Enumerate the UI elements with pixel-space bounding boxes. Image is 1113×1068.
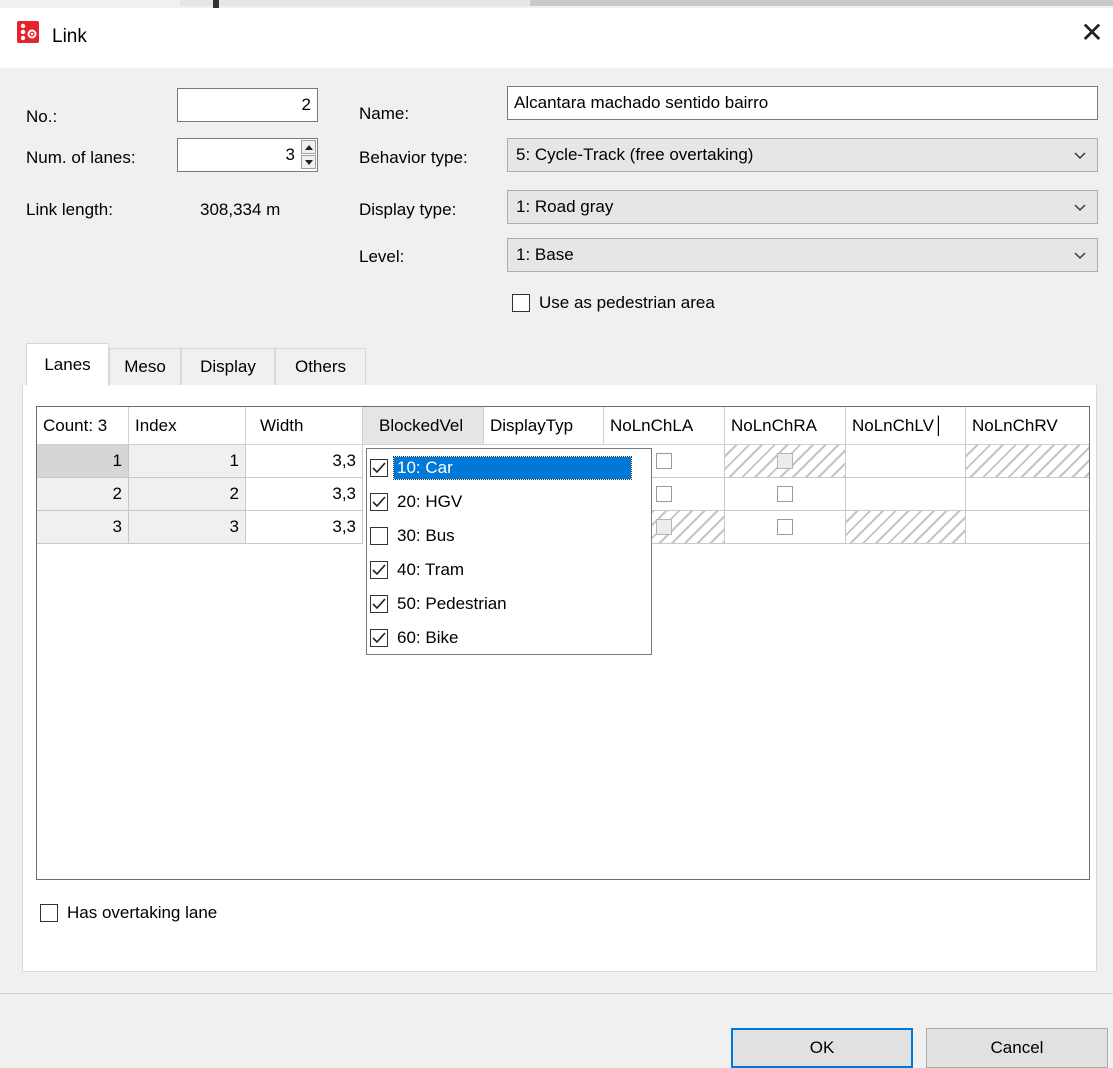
behavior-type-select[interactable]: 5: Cycle-Track (free overtaking) bbox=[507, 138, 1098, 172]
title-bar bbox=[0, 8, 1113, 68]
behavior-type-value: 5: Cycle-Track (free overtaking) bbox=[516, 145, 754, 164]
tab-display[interactable]: Display bbox=[181, 348, 275, 385]
app-logo-icon bbox=[17, 21, 39, 43]
dropdown-item-pedestrian[interactable]: 50: Pedestrian bbox=[370, 587, 510, 620]
grid-cell-width[interactable]: 3,3 bbox=[246, 511, 363, 544]
grid-checkbox[interactable] bbox=[656, 486, 672, 502]
blocked-vehicle-dropdown[interactable]: 10: Car 20: HGV 30: Bus 40: Tram 50: Ped… bbox=[366, 448, 652, 655]
ok-button[interactable]: OK bbox=[731, 1028, 913, 1068]
pedestrian-area-label: Use as pedestrian area bbox=[539, 293, 715, 312]
grid-header-count: Count: 3 bbox=[37, 407, 129, 445]
grid-cell-index: 2 bbox=[129, 478, 246, 511]
grid-row-header[interactable]: 3 bbox=[37, 511, 129, 544]
name-label: Name: bbox=[359, 104, 410, 123]
cancel-button[interactable]: Cancel bbox=[926, 1028, 1108, 1068]
grid-cell-width[interactable]: 3,3 bbox=[246, 478, 363, 511]
grid-header-displaytyp[interactable]: DisplayTyp bbox=[484, 407, 604, 445]
number-input[interactable]: 2 bbox=[177, 88, 318, 122]
grid-header-blockedvel[interactable]: BlockedVel bbox=[363, 407, 484, 445]
footer-separator bbox=[0, 993, 1113, 994]
spin-up-icon[interactable] bbox=[301, 140, 316, 154]
dropdown-item-tram[interactable]: 40: Tram bbox=[370, 553, 467, 586]
length-label: Link length: bbox=[26, 200, 113, 219]
spin-down-icon[interactable] bbox=[301, 155, 316, 169]
dropdown-item-label: 50: Pedestrian bbox=[397, 593, 507, 613]
grid-checkbox[interactable] bbox=[777, 519, 793, 535]
grid-header-index[interactable]: Index bbox=[129, 407, 246, 445]
check-icon[interactable] bbox=[370, 628, 388, 647]
check-icon[interactable] bbox=[370, 594, 388, 613]
grid-header-nolnchlv[interactable]: NoLnChLV│ bbox=[846, 407, 966, 445]
dropdown-item-bike[interactable]: 60: Bike bbox=[370, 621, 461, 654]
lanes-value: 3 bbox=[285, 145, 295, 164]
overtaking-lane-label: Has overtaking lane bbox=[67, 903, 218, 922]
dropdown-item-bus[interactable]: 30: Bus bbox=[370, 519, 458, 552]
grid-cell-nolnchrv[interactable] bbox=[966, 511, 1089, 544]
check-icon[interactable] bbox=[370, 492, 388, 511]
dropdown-item-label: 20: HGV bbox=[397, 491, 463, 511]
grid-cell-nolnchra[interactable] bbox=[725, 511, 846, 544]
lanes-spin-buttons[interactable] bbox=[301, 140, 316, 170]
grid-cell-nolnchlv[interactable] bbox=[846, 478, 966, 511]
chevron-down-icon bbox=[1074, 152, 1086, 159]
grid-cell-nolnchlv bbox=[846, 511, 966, 544]
grid-checkbox-disabled bbox=[656, 519, 672, 535]
grid-row-header[interactable]: 1 bbox=[37, 445, 129, 478]
check-icon[interactable] bbox=[370, 458, 388, 477]
close-icon[interactable]: ✕ bbox=[1076, 17, 1108, 49]
lanes-label: Num. of lanes: bbox=[26, 148, 136, 167]
number-value: 2 bbox=[301, 95, 311, 114]
pedestrian-area-option[interactable]: Use as pedestrian area bbox=[512, 293, 715, 313]
name-value: Alcantara machado sentido bairro bbox=[514, 93, 769, 112]
lanes-stepper[interactable]: 3 bbox=[177, 138, 318, 172]
grid-cell-index: 3 bbox=[129, 511, 246, 544]
grid-header-width[interactable]: Width bbox=[246, 407, 363, 445]
length-value: 308,334 m bbox=[200, 200, 281, 219]
level-label: Level: bbox=[359, 247, 405, 266]
overtaking-lane-option[interactable]: Has overtaking lane bbox=[40, 903, 217, 923]
name-input[interactable]: Alcantara machado sentido bairro bbox=[507, 86, 1098, 120]
overtaking-lane-checkbox[interactable] bbox=[40, 904, 58, 922]
level-value: 1: Base bbox=[516, 245, 574, 264]
dropdown-item-hgv[interactable]: 20: HGV bbox=[370, 485, 465, 518]
behavior-type-label: Behavior type: bbox=[359, 148, 468, 167]
grid-cell-nolnchrv bbox=[966, 445, 1089, 478]
grid-cell-width[interactable]: 3,3 bbox=[246, 445, 363, 478]
background-window-strip bbox=[0, 0, 1113, 8]
tab-lanes[interactable]: Lanes bbox=[26, 343, 109, 386]
unchecked-box-icon[interactable] bbox=[370, 526, 388, 545]
number-label: No.: bbox=[26, 107, 58, 126]
dropdown-item-car[interactable]: 10: Car bbox=[370, 451, 632, 484]
level-select[interactable]: 1: Base bbox=[507, 238, 1098, 272]
display-type-value: 1: Road gray bbox=[516, 197, 614, 216]
grid-checkbox[interactable] bbox=[777, 486, 793, 502]
dropdown-item-label: 30: Bus bbox=[397, 525, 455, 545]
chevron-down-icon bbox=[1074, 252, 1086, 259]
window-title: Link bbox=[52, 26, 87, 47]
grid-cell-index: 1 bbox=[129, 445, 246, 478]
grid-checkbox[interactable] bbox=[656, 453, 672, 469]
dropdown-item-label: 60: Bike bbox=[397, 627, 459, 647]
pedestrian-area-checkbox[interactable] bbox=[512, 294, 530, 312]
grid-header-nolnchra[interactable]: NoLnChRA bbox=[725, 407, 846, 445]
grid-cell-nolnchra[interactable] bbox=[725, 478, 846, 511]
grid-header-nolnchla[interactable]: NoLnChLA bbox=[604, 407, 725, 445]
dropdown-item-label: 40: Tram bbox=[397, 559, 465, 579]
grid-checkbox-disabled bbox=[777, 453, 793, 469]
grid-row-header[interactable]: 2 bbox=[37, 478, 129, 511]
check-icon[interactable] bbox=[370, 560, 388, 579]
chevron-down-icon bbox=[1074, 204, 1086, 211]
grid-cell-nolnchrv[interactable] bbox=[966, 478, 1089, 511]
grid-cell-nolnchra bbox=[725, 445, 846, 478]
grid-cell-nolnchlv[interactable] bbox=[846, 445, 966, 478]
tab-others[interactable]: Others bbox=[275, 348, 366, 385]
display-type-label: Display type: bbox=[359, 200, 457, 219]
grid-header-nolnchrv[interactable]: NoLnChRV bbox=[966, 407, 1089, 445]
display-type-select[interactable]: 1: Road gray bbox=[507, 190, 1098, 224]
dropdown-item-label: 10: Car bbox=[393, 455, 632, 480]
tab-meso[interactable]: Meso bbox=[109, 348, 181, 385]
